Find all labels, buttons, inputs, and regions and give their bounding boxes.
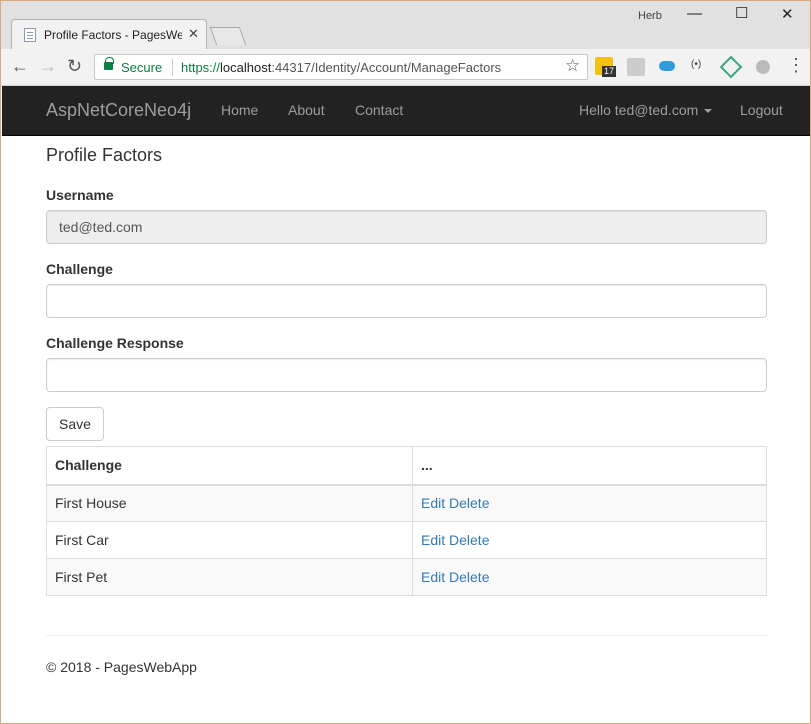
footer-divider <box>46 635 767 636</box>
browser-tab[interactable]: Profile Factors - PagesWe ✕ <box>11 19 207 49</box>
table-row: First House Edit Delete <box>46 484 767 522</box>
caret-down-icon <box>704 109 713 114</box>
table-header-row: Challenge ... <box>46 446 767 486</box>
reload-icon[interactable]: ↻ <box>67 56 82 77</box>
edit-link[interactable]: Edit <box>421 495 445 511</box>
nav-contact[interactable]: Contact <box>355 102 403 118</box>
url-scheme: https:// <box>181 60 221 75</box>
extension-badge: 17 <box>602 66 617 77</box>
extension-icon-calendar[interactable]: 17 <box>595 57 617 77</box>
maximize-icon[interactable]: ☐ <box>735 4 748 22</box>
edit-link[interactable]: Edit <box>421 532 445 548</box>
actions-cell: Edit Delete <box>412 521 767 559</box>
challenge-cell: First Pet <box>46 558 413 596</box>
site-navbar: AspNetCoreNeo4j Home About Contact Hello… <box>2 86 810 136</box>
nav-home[interactable]: Home <box>221 102 258 118</box>
nav-about[interactable]: About <box>288 102 325 118</box>
close-window-icon[interactable]: ✕ <box>781 5 794 23</box>
extension-icon-json[interactable]: (•) <box>691 59 709 77</box>
minimize-icon[interactable]: — <box>687 5 702 22</box>
close-tab-icon[interactable]: ✕ <box>188 26 199 42</box>
navbar-brand[interactable]: AspNetCoreNeo4j <box>46 100 191 121</box>
forward-arrow-icon[interactable]: → <box>39 56 57 77</box>
username-field[interactable] <box>46 210 767 244</box>
bookmark-star-icon[interactable]: ☆ <box>565 56 580 76</box>
factors-table: Challenge ... First House Edit Delete Fi… <box>46 446 767 596</box>
challenge-response-field[interactable] <box>46 358 767 392</box>
browser-toolbar: ← → ↻ Secure https://localhost:44317/Ide… <box>1 49 810 86</box>
profile-name[interactable]: Herb <box>638 10 662 22</box>
url-path: :44317/Identity/Account/ManageFactors <box>271 60 502 75</box>
url-divider <box>172 59 173 76</box>
menu-dots-icon[interactable]: ⋮ <box>787 55 805 76</box>
user-menu[interactable]: Hello ted@ted.com <box>579 102 713 118</box>
tab-title: Profile Factors - PagesWe <box>44 28 182 42</box>
column-header-challenge: Challenge <box>46 446 413 486</box>
challenge-response-label: Challenge Response <box>46 335 184 351</box>
username-label: Username <box>46 187 114 203</box>
delete-link[interactable]: Delete <box>449 495 489 511</box>
back-arrow-icon[interactable]: ← <box>11 56 29 77</box>
challenge-field[interactable] <box>46 284 767 318</box>
page-icon <box>24 28 36 42</box>
new-tab-button[interactable] <box>209 27 247 45</box>
actions-cell: Edit Delete <box>412 484 767 522</box>
browser-window: Profile Factors - PagesWe ✕ Herb — ☐ ✕ ←… <box>0 0 811 724</box>
table-row: First Car Edit Delete <box>46 521 767 559</box>
cloud-icon[interactable] <box>659 61 675 71</box>
extension-icon-graph[interactable] <box>719 55 743 79</box>
challenge-cell: First House <box>46 484 413 522</box>
lock-icon[interactable] <box>104 57 114 70</box>
challenge-cell: First Car <box>46 521 413 559</box>
delete-link[interactable]: Delete <box>449 532 489 548</box>
user-greeting: Hello ted@ted.com <box>579 102 699 118</box>
title-bar: Profile Factors - PagesWe ✕ Herb — ☐ ✕ <box>1 1 810 49</box>
column-header-actions: ... <box>412 446 767 486</box>
footer-copyright: © 2018 - PagesWebApp <box>46 659 197 675</box>
address-bar[interactable]: Secure https://localhost:44317/Identity/… <box>94 54 588 80</box>
page-title: Profile Factors <box>46 145 163 165</box>
challenge-label: Challenge <box>46 261 113 277</box>
edit-link[interactable]: Edit <box>421 569 445 585</box>
extension-icon-trello[interactable] <box>627 58 645 76</box>
save-button[interactable]: Save <box>46 407 104 441</box>
url-host: localhost <box>220 60 272 75</box>
delete-link[interactable]: Delete <box>449 569 489 585</box>
url-text[interactable]: https://localhost:44317/Identity/Account… <box>181 60 501 75</box>
secure-label[interactable]: Secure <box>121 60 162 75</box>
table-row: First Pet Edit Delete <box>46 558 767 596</box>
actions-cell: Edit Delete <box>412 558 767 596</box>
logout-link[interactable]: Logout <box>740 102 783 118</box>
extension-icon-circle[interactable] <box>756 60 770 74</box>
